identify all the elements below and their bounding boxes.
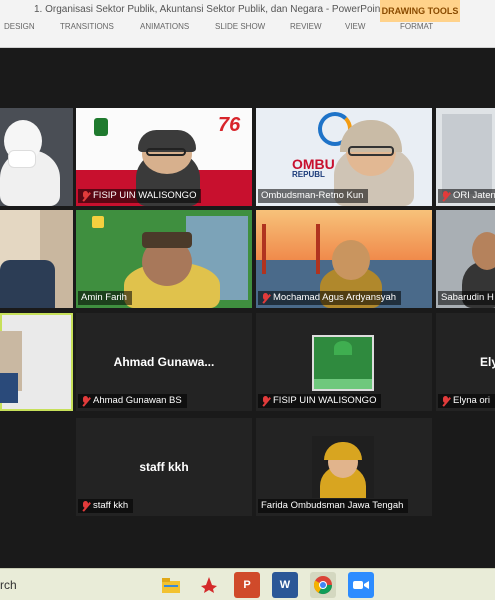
taskbar: rch P W xyxy=(0,568,495,600)
tab-format[interactable]: FORMAT xyxy=(400,22,433,31)
participant-name-tag: staff kkh xyxy=(78,499,134,513)
participant-name-tag: FISIP UIN WALISONGO xyxy=(258,394,382,408)
active-speaker-tile[interactable] xyxy=(0,313,73,411)
video-tile[interactable]: staff kkh staff kkh xyxy=(76,418,252,516)
window-title: 1. Organisasi Sektor Publik, Akuntansi S… xyxy=(34,4,384,15)
participant-name-tag: ORI Jateng xyxy=(438,189,495,203)
tab-view[interactable]: VIEW xyxy=(345,22,365,31)
university-logo-icon xyxy=(92,216,104,228)
participant-center-name: Ahmad Gunawa... xyxy=(113,355,215,369)
video-tile[interactable]: ORI Jateng xyxy=(436,108,495,206)
video-tile[interactable]: FISIP UIN WALISONGO xyxy=(256,313,432,411)
participant-name-tag: FISIP UIN WALISONGO xyxy=(78,189,202,203)
chair xyxy=(0,260,55,308)
tab-design[interactable]: DESIGN xyxy=(4,22,35,31)
taskbar-search[interactable]: rch xyxy=(0,578,17,592)
chrome-icon[interactable] xyxy=(310,572,336,598)
participant-name-tag: Amin Farih xyxy=(78,291,132,305)
profile-picture xyxy=(312,436,374,498)
powerpoint-icon[interactable]: P xyxy=(234,572,260,598)
participant-name-tag: Mochamad Agus Ardyansyah xyxy=(258,291,402,305)
video-tile[interactable]: Sabarudin H xyxy=(436,210,495,308)
participant-name-tag: Elyna ori xyxy=(438,394,495,408)
mic-muted-icon xyxy=(441,190,450,202)
participant-name-tag: Farida Ombudsman Jawa Tengah xyxy=(258,499,409,513)
zoom-gallery: 76 FISIP UIN WALISONGO OMBU REPUBL Ombud… xyxy=(0,48,495,568)
mic-muted-icon xyxy=(81,500,90,512)
76-logo: 76 xyxy=(218,114,241,136)
participant-center-name: staff kkh xyxy=(139,460,189,474)
file-explorer-icon[interactable] xyxy=(158,572,184,598)
zoom-icon[interactable] xyxy=(348,572,374,598)
mic-muted-icon xyxy=(441,395,450,407)
glasses xyxy=(146,148,186,156)
tab-transitions[interactable]: TRANSITIONS xyxy=(60,22,114,31)
video-tile[interactable] xyxy=(0,210,73,308)
video-tile[interactable]: Farida Ombudsman Jawa Tengah xyxy=(256,418,432,516)
participant-name-tag: Ombudsman-Retno Kun xyxy=(258,189,369,203)
glasses xyxy=(348,146,394,156)
word-icon[interactable]: W xyxy=(272,572,298,598)
participant-center-name: Ely xyxy=(480,355,495,369)
tab-review[interactable]: REVIEW xyxy=(290,22,322,31)
face-mask xyxy=(8,150,36,168)
video-tile[interactable]: Amin Farih xyxy=(76,210,252,308)
video-tile[interactable]: Mochamad Agus Ardyansyah xyxy=(256,210,432,308)
participant-name-tag: Sabarudin H xyxy=(438,291,495,305)
powerpoint-title-bar: 1. Organisasi Sektor Publik, Akuntansi S… xyxy=(0,0,495,48)
peci-cap xyxy=(142,232,192,248)
profile-picture xyxy=(312,335,374,391)
uin-logo-icon xyxy=(94,118,108,136)
video-tile[interactable]: 76 FISIP UIN WALISONGO xyxy=(76,108,252,206)
drawing-tools-tab[interactable]: DRAWING TOOLS xyxy=(380,0,460,22)
participant-name-tag: Ahmad Gunawan BS xyxy=(78,394,187,408)
tab-slide-show[interactable]: SLIDE SHOW xyxy=(215,22,265,31)
mic-muted-icon xyxy=(81,190,90,202)
mic-muted-icon xyxy=(81,395,90,407)
mic-muted-icon xyxy=(261,395,270,407)
ribbon-tabs: DESIGN TRANSITIONS ANIMATIONS SLIDE SHOW… xyxy=(0,22,495,32)
video-tile[interactable]: Ely Elyna ori xyxy=(436,313,495,411)
mic-muted-icon xyxy=(261,292,270,304)
pdf-icon[interactable] xyxy=(196,572,222,598)
video-tile[interactable] xyxy=(0,108,73,206)
republik-text: REPUBL xyxy=(292,170,325,179)
video-tile[interactable]: OMBU REPUBL Ombudsman-Retno Kun xyxy=(256,108,432,206)
tab-animations[interactable]: ANIMATIONS xyxy=(140,22,189,31)
video-tile[interactable]: Ahmad Gunawa... Ahmad Gunawan BS xyxy=(76,313,252,411)
